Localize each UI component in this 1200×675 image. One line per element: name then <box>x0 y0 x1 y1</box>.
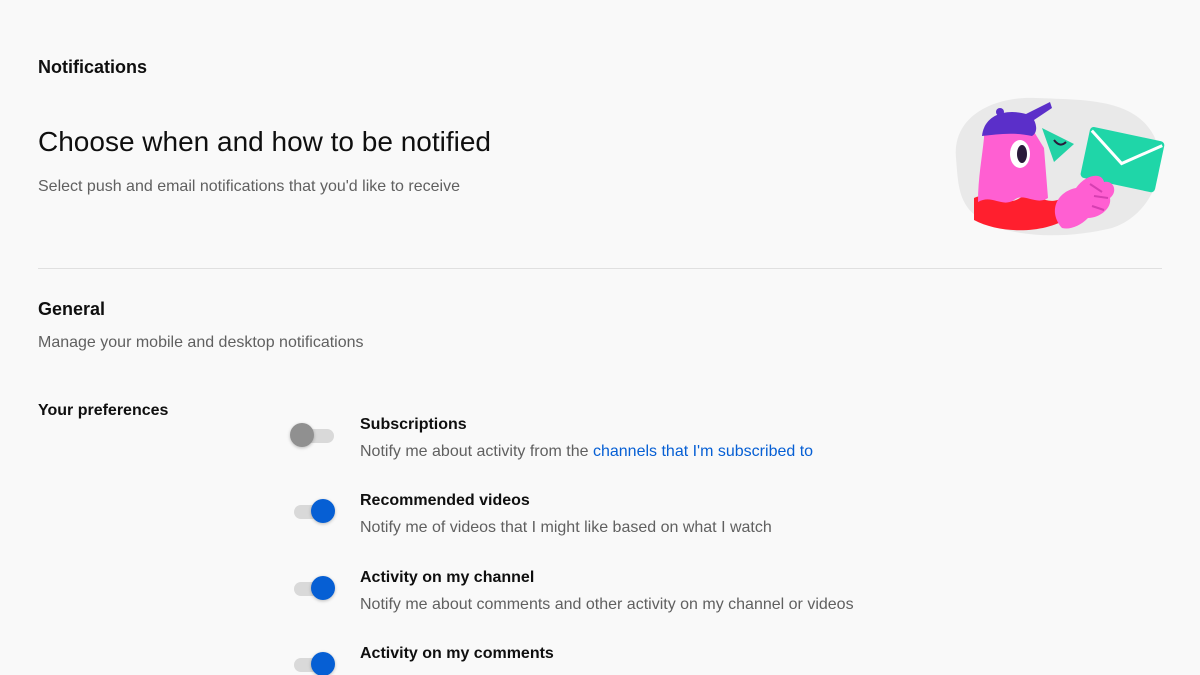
envelope-bird-illustration <box>955 97 1165 236</box>
section-label: Notifications <box>38 57 148 77</box>
activity-on-comments-toggle[interactable] <box>290 651 336 675</box>
pref-title: Subscriptions <box>360 416 467 433</box>
pref-row-subscriptions: Subscriptions Notify me about activity f… <box>290 416 1150 476</box>
pref-title: Activity on my comments <box>360 645 554 662</box>
pref-title: Activity on my channel <box>360 569 535 586</box>
subscriptions-toggle[interactable] <box>290 422 336 448</box>
pref-description-text: Notify me about activity from the <box>360 443 593 460</box>
subscribed-channels-link[interactable]: channels that I'm subscribed to <box>593 443 813 460</box>
activity-on-channel-toggle[interactable] <box>290 575 336 601</box>
notifications-settings-page: Notifications Choose when and how to be … <box>0 0 1200 675</box>
toggle-knob <box>290 423 314 447</box>
toggle-knob <box>311 576 335 600</box>
pref-row-activity-on-comments: Activity on my comments <box>290 645 1150 675</box>
pref-description: Notify me about comments and other activ… <box>360 596 854 613</box>
pref-row-activity-on-channel: Activity on my channel Notify me about c… <box>290 569 1150 629</box>
pref-title: Recommended videos <box>360 492 530 509</box>
recommended-videos-toggle[interactable] <box>290 498 336 524</box>
section-divider <box>38 268 1162 269</box>
general-section-subtitle: Manage your mobile and desktop notificat… <box>38 334 364 351</box>
page-subline: Select push and email notifications that… <box>38 178 460 195</box>
toggle-knob <box>311 652 335 675</box>
pref-description: Notify me about activity from the channe… <box>360 443 813 461</box>
pref-row-recommended-videos: Recommended videos Notify me of videos t… <box>290 492 1150 552</box>
preferences-label: Your preferences <box>38 402 169 419</box>
general-section-title: General <box>38 299 106 319</box>
pref-description: Notify me of videos that I might like ba… <box>360 519 772 536</box>
page-headline: Choose when and how to be notified <box>38 126 491 157</box>
toggle-knob <box>311 499 335 523</box>
